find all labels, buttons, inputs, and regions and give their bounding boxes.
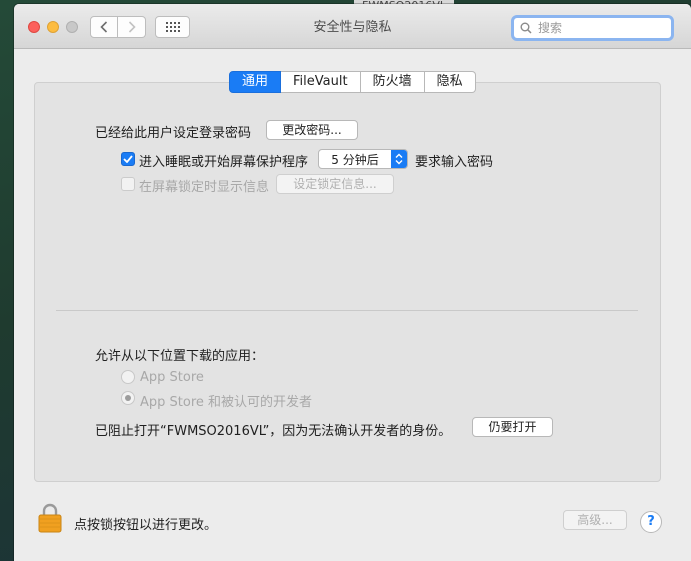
checkmark-icon [123, 155, 133, 163]
preferences-window: 安全性与隐私 通用 FileVault 防火墙 隐私 已经给此用户设定登录密码 … [14, 4, 691, 561]
radio-app-store-label: App Store [140, 370, 204, 385]
tab-bar: 通用 FileVault 防火墙 隐私 [229, 71, 476, 93]
radio-app-store-identified-label: App Store 和被认可的开发者 [140, 395, 313, 410]
grid-icon [165, 22, 180, 32]
zoom-window-button[interactable] [66, 21, 78, 33]
help-button[interactable]: ? [640, 511, 662, 533]
password-delay-value: 5 分钟后 [331, 152, 379, 167]
change-password-button[interactable]: 更改密码... [266, 120, 358, 140]
close-window-button[interactable] [28, 21, 40, 33]
tab-firewall[interactable]: 防火墙 [360, 71, 425, 93]
lock-message-checkbox[interactable] [121, 177, 135, 191]
require-password-checkbox[interactable] [121, 152, 135, 166]
radio-app-store[interactable] [121, 370, 135, 384]
login-password-label: 已经给此用户设定登录密码 [95, 126, 252, 141]
lock-icon [38, 503, 62, 533]
minimize-window-button[interactable] [47, 21, 59, 33]
title-bar: 安全性与隐私 [14, 4, 691, 49]
lock-hint-text: 点按锁按钮以进行更改。 [74, 518, 218, 533]
section-divider [56, 310, 638, 311]
radio-app-store-identified[interactable] [121, 391, 135, 405]
password-delay-select[interactable]: 5 分钟后 [318, 149, 408, 169]
set-lock-message-button[interactable]: 设定锁定信息... [276, 174, 394, 194]
show-all-button[interactable] [155, 16, 190, 38]
chevron-left-icon [100, 21, 108, 33]
forward-button[interactable] [118, 16, 146, 38]
allow-apps-label: 允许从以下位置下载的应用： [95, 349, 265, 364]
search-input[interactable] [536, 20, 660, 36]
lock-button[interactable] [38, 503, 62, 537]
search-field[interactable] [511, 15, 674, 41]
stepper-arrows-icon [391, 150, 407, 168]
require-password-label: 进入睡眠或开始屏幕保护程序 [139, 155, 309, 170]
require-password-suffix: 要求输入密码 [415, 155, 494, 170]
blocked-app-message: 已阻止打开“FWMSO2016VL”，因为无法确认开发者的身份。 [95, 424, 452, 439]
tab-privacy[interactable]: 隐私 [424, 71, 476, 93]
tab-general[interactable]: 通用 [229, 71, 282, 93]
advanced-button[interactable]: 高级... [563, 510, 627, 530]
tab-filevault[interactable]: FileVault [281, 71, 361, 93]
navigation-buttons [90, 16, 146, 38]
search-icon [520, 22, 532, 34]
radio-dot [125, 395, 131, 401]
chevron-right-icon [128, 21, 136, 33]
back-button[interactable] [90, 16, 118, 38]
open-anyway-button[interactable]: 仍要打开 [472, 417, 553, 437]
lock-message-label: 在屏幕锁定时显示信息 [139, 180, 270, 195]
